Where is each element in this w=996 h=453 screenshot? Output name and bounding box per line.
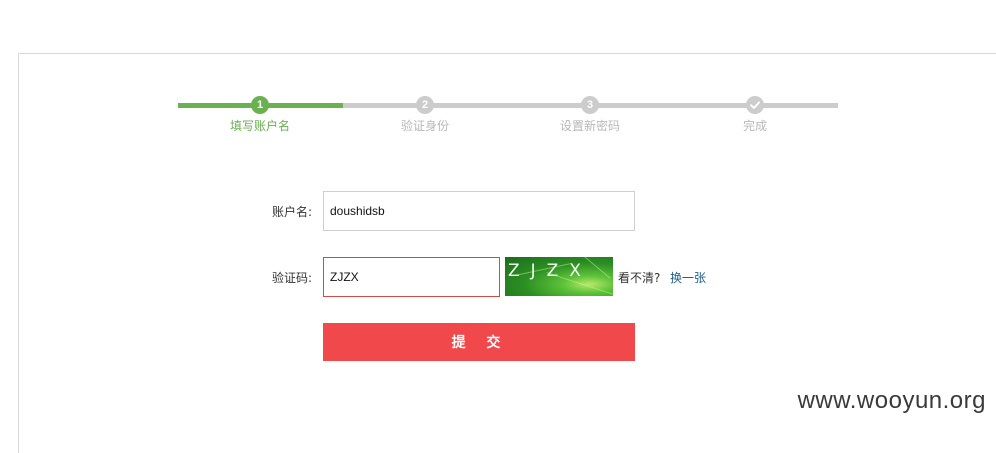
- step-1-label: 填写账户名: [229, 119, 290, 133]
- step-4-label: 完成: [742, 119, 767, 133]
- step-2-label: 验证身份: [400, 119, 449, 133]
- captcha-image[interactable]: ZJZX: [505, 257, 613, 296]
- step-3-label: 设置新密码: [559, 119, 620, 133]
- captcha-label: 验证码:: [271, 271, 312, 285]
- step-4-circle: [746, 96, 764, 114]
- captcha-input[interactable]: [323, 257, 500, 297]
- step-1-circle: 1: [251, 96, 269, 114]
- captcha-refresh-link[interactable]: 换一张: [670, 271, 706, 285]
- step-2-circle: 2: [416, 96, 434, 114]
- step-3-circle: 3: [581, 96, 599, 114]
- account-input[interactable]: [323, 191, 635, 231]
- check-icon: [750, 101, 760, 109]
- captcha-text: ZJZX: [508, 261, 592, 281]
- account-label: 账户名:: [271, 205, 312, 219]
- captcha-hint: 看不清?: [618, 271, 661, 285]
- watermark: www.wooyun.org: [797, 387, 986, 414]
- submit-button[interactable]: 提 交: [323, 323, 635, 361]
